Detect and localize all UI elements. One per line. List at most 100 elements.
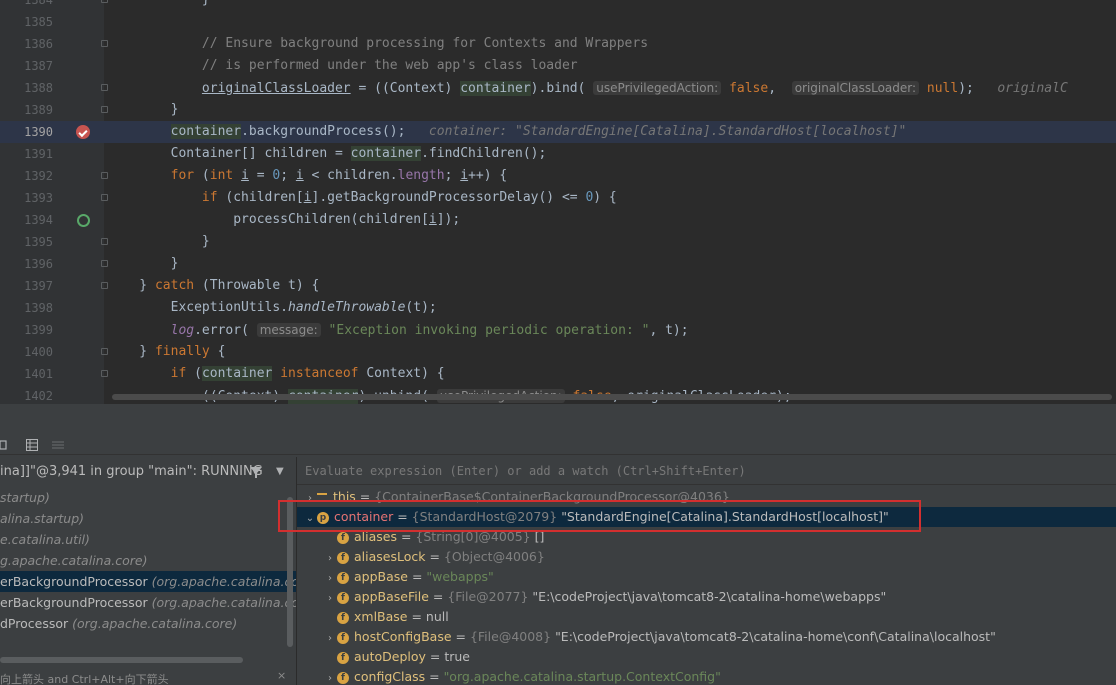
fold-marker-icon[interactable] — [101, 194, 108, 201]
line-number[interactable]: 1393 — [18, 187, 53, 209]
line-number[interactable]: 1398 — [18, 297, 53, 319]
fold-marker-icon[interactable] — [101, 238, 108, 245]
code-text[interactable]: container.backgroundProcess(); container… — [108, 121, 906, 143]
line-number[interactable]: 1385 — [18, 11, 53, 33]
line-number[interactable]: 1397 — [18, 275, 53, 297]
line-number[interactable]: 1387 — [18, 55, 53, 77]
code-line-1391[interactable]: 1391 Container[] children = container.fi… — [0, 143, 1116, 165]
filter-icon[interactable] — [250, 461, 262, 483]
stack-frame[interactable]: erBackgroundProcessor (org.apache.catali… — [0, 571, 296, 592]
code-line-1396[interactable]: 1396 } — [0, 253, 1116, 275]
code-text[interactable]: } — [108, 0, 210, 11]
variable-row-aliasesLock[interactable]: › f aliasesLock = {Object@4006} — [297, 547, 1116, 567]
expand-arrow-icon[interactable]: › — [323, 629, 337, 649]
variable-row-appBase[interactable]: › f appBase = "webapps" — [297, 567, 1116, 587]
code-editor[interactable]: 1384 }13851386 // Ensure background proc… — [0, 0, 1116, 404]
close-icon[interactable]: × — [277, 669, 286, 682]
code-line-1389[interactable]: 1389 } — [0, 99, 1116, 121]
stack-frame[interactable]: startup) — [0, 487, 50, 508]
breakpoint-icon[interactable] — [76, 125, 90, 139]
line-number[interactable]: 1399 — [18, 319, 53, 341]
code-text[interactable]: processChildren(children[i]); — [108, 209, 460, 231]
fold-marker-icon[interactable] — [101, 370, 108, 377]
code-text[interactable]: ExceptionUtils.handleThrowable(t); — [108, 297, 437, 319]
code-text[interactable]: for (int i = 0; i < children.length; i++… — [108, 165, 508, 187]
code-line-1398[interactable]: 1398 ExceptionUtils.handleThrowable(t); — [0, 297, 1116, 319]
code-line-1387[interactable]: 1387 // is performed under the web app's… — [0, 55, 1116, 77]
expand-arrow-icon[interactable]: › — [303, 489, 317, 509]
line-number[interactable]: 1390 — [18, 121, 53, 143]
code-text[interactable]: if (container instanceof Context) { — [108, 363, 445, 385]
stack-frame[interactable]: e.catalina.util) — [0, 529, 90, 550]
variable-row-hostConfigBase[interactable]: › f hostConfigBase = {File@4008} "E:\codeP… — [297, 627, 1116, 647]
line-number[interactable]: 1389 — [18, 99, 53, 121]
evaluate-expression-input[interactable]: Evaluate expression (Enter) or add a wat… — [297, 457, 1116, 485]
code-line-1394[interactable]: 1394 processChildren(children[i]); — [0, 209, 1116, 231]
expand-arrow-icon[interactable]: ⌄ — [303, 509, 317, 529]
code-text[interactable]: if (children[i].getBackgroundProcessorDe… — [108, 187, 617, 209]
stack-frame[interactable]: alina.startup) — [0, 508, 84, 529]
line-number[interactable]: 1400 — [18, 341, 53, 363]
line-number[interactable]: 1392 — [18, 165, 53, 187]
fold-marker-icon[interactable] — [101, 84, 108, 91]
thread-selector[interactable]: ina]]"@3,941 in group "main": RUNNING ▼ — [0, 461, 296, 483]
code-text[interactable]: Container[] children = container.findChi… — [108, 143, 546, 165]
code-text[interactable]: // Ensure background processing for Cont… — [108, 33, 648, 55]
code-text[interactable]: } — [108, 99, 179, 121]
layout-icon[interactable] — [52, 436, 64, 449]
code-line-1384[interactable]: 1384 } — [0, 0, 1116, 11]
code-line-1385[interactable]: 1385 — [0, 11, 1116, 33]
code-text[interactable]: log.error( message: "Exception invoking … — [108, 319, 689, 342]
frames-horizontal-scrollbar[interactable] — [0, 657, 243, 663]
expand-arrow-icon[interactable]: › — [323, 589, 337, 609]
line-number[interactable]: 1395 — [18, 231, 53, 253]
fold-marker-icon[interactable] — [101, 40, 108, 47]
variable-row-configClass[interactable]: › f configClass = "org.apache.catalina.sta… — [297, 667, 1116, 685]
fold-marker-icon[interactable] — [101, 0, 108, 3]
code-line-1399[interactable]: 1399 log.error( message: "Exception invo… — [0, 319, 1116, 341]
table-view-icon[interactable] — [26, 436, 38, 451]
step-marker-icon[interactable] — [77, 214, 90, 227]
code-line-1386[interactable]: 1386 // Ensure background processing for… — [0, 33, 1116, 55]
variable-row-autoDeploy[interactable]: f autoDeploy = true — [297, 647, 1116, 667]
code-line-1392[interactable]: 1392 for (int i = 0; i < children.length… — [0, 165, 1116, 187]
frames-vertical-scrollbar[interactable] — [287, 497, 293, 647]
expand-arrow-icon[interactable]: › — [323, 549, 337, 569]
line-number[interactable]: 1388 — [18, 77, 53, 99]
fold-marker-icon[interactable] — [101, 282, 108, 289]
chevron-down-icon[interactable]: ▼ — [276, 461, 284, 483]
code-line-1390[interactable]: 1390 container.backgroundProcess(); cont… — [0, 121, 1116, 143]
variable-row-xmlBase[interactable]: f xmlBase = null — [297, 607, 1116, 627]
code-line-1388[interactable]: 1388 originalClassLoader = ((Context) co… — [0, 77, 1116, 99]
code-line-1393[interactable]: 1393 if (children[i].getBackgroundProces… — [0, 187, 1116, 209]
stack-frame[interactable]: erBackgroundProcessor (org.apache.catali… — [0, 592, 296, 613]
line-number[interactable]: 1396 — [18, 253, 53, 275]
code-text[interactable]: } — [108, 231, 210, 253]
line-number[interactable]: 1384 — [18, 0, 53, 11]
fold-marker-icon[interactable] — [101, 348, 108, 355]
line-number[interactable]: 1401 — [18, 363, 53, 385]
variable-row-appBaseFile[interactable]: › f appBaseFile = {File@2077} "E:\codeProj… — [297, 587, 1116, 607]
line-number[interactable]: 1391 — [18, 143, 53, 165]
code-line-1400[interactable]: 1400 } finally { — [0, 341, 1116, 363]
expand-arrow-icon[interactable]: › — [323, 669, 337, 685]
code-text[interactable]: } finally { — [108, 341, 225, 363]
frames-icon[interactable] — [0, 436, 12, 450]
fold-marker-icon[interactable] — [101, 106, 108, 113]
fold-marker-icon[interactable] — [101, 172, 108, 179]
editor-horizontal-scrollbar[interactable] — [112, 394, 1112, 400]
code-line-1401[interactable]: 1401 if (container instanceof Context) { — [0, 363, 1116, 385]
stack-frame[interactable]: dProcessor (org.apache.catalina.core) — [0, 613, 237, 634]
code-text[interactable]: } — [108, 253, 179, 275]
code-text[interactable]: originalClassLoader = ((Context) contain… — [108, 77, 1068, 100]
code-line-1395[interactable]: 1395 } — [0, 231, 1116, 253]
line-number[interactable]: 1386 — [18, 33, 53, 55]
variable-row-aliases[interactable]: f aliases = {String[0]@4005} [] — [297, 527, 1116, 547]
expand-arrow-icon[interactable]: › — [323, 569, 337, 589]
variable-row-this[interactable]: › this = {ContainerBase$ContainerBackgrou… — [297, 487, 1116, 507]
code-text[interactable]: } catch (Throwable t) { — [108, 275, 319, 297]
line-number[interactable]: 1394 — [18, 209, 53, 231]
code-text[interactable]: // is performed under the web app's clas… — [108, 55, 578, 77]
line-number[interactable]: 1402 — [18, 385, 53, 404]
code-line-1397[interactable]: 1397 } catch (Throwable t) { — [0, 275, 1116, 297]
